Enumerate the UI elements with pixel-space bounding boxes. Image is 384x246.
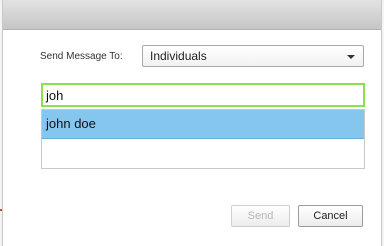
recipient-type-select[interactable]: Individuals bbox=[142, 45, 364, 67]
dialog-titlebar[interactable] bbox=[3, 0, 381, 30]
send-message-to-label: Send Message To: bbox=[40, 51, 123, 62]
recipient-type-value: Individuals bbox=[150, 49, 207, 63]
chevron-down-icon bbox=[347, 55, 355, 59]
send-message-dialog: Send Message To: Individuals joh john do… bbox=[2, 0, 382, 246]
suggestion-label: john doe bbox=[46, 116, 96, 131]
suggestion-item[interactable]: john doe bbox=[42, 110, 364, 139]
recipient-search-value: joh bbox=[46, 88, 64, 103]
send-button[interactable]: Send bbox=[231, 205, 290, 227]
autocomplete-suggestions: john doe bbox=[41, 109, 365, 169]
recipient-search-input[interactable]: joh bbox=[41, 83, 365, 107]
cancel-button[interactable]: Cancel bbox=[298, 205, 363, 227]
dialog-body: Send Message To: Individuals joh john do… bbox=[3, 30, 381, 246]
